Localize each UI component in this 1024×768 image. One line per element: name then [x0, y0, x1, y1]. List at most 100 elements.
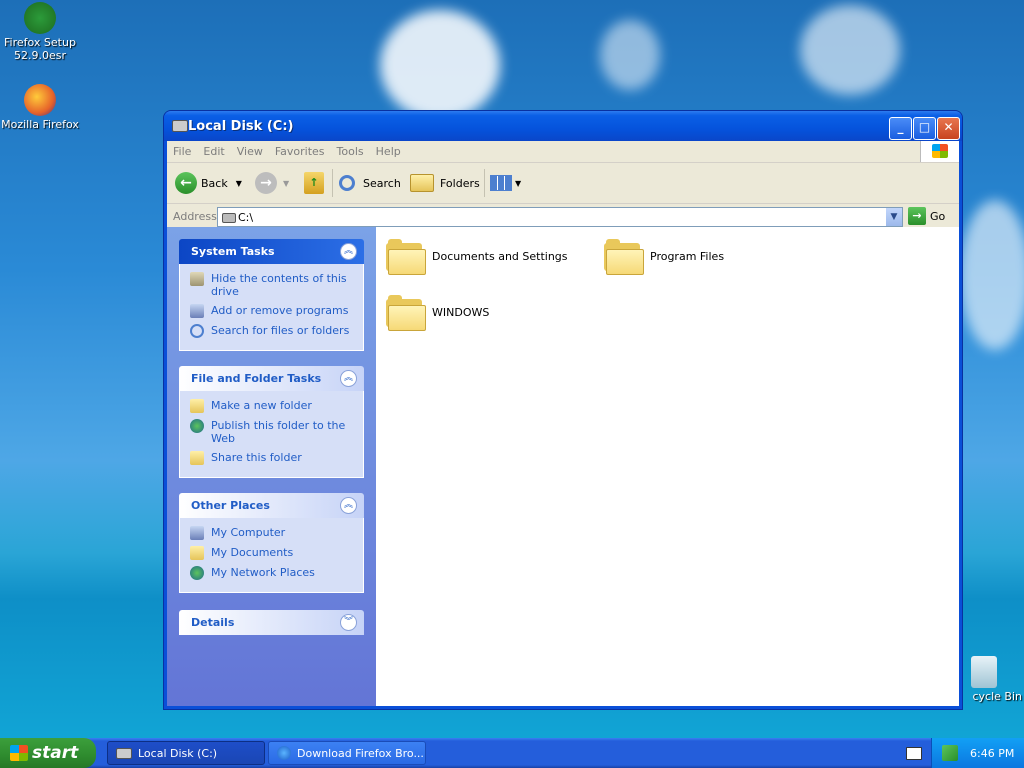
toolbar-divider	[332, 169, 333, 197]
task-share-folder[interactable]: Share this folder	[190, 451, 363, 465]
share-folder-icon	[190, 451, 204, 465]
task-label: Search for files or folders	[211, 324, 350, 337]
taskbar-item-local-disk[interactable]: Local Disk (C:)	[107, 741, 265, 765]
search-icon	[339, 175, 355, 191]
menu-tools[interactable]: Tools	[331, 141, 370, 162]
folder-icon	[604, 239, 644, 275]
explorer-window: Local Disk (C:) _ □ ✕ File Edit View Favori…	[164, 111, 962, 709]
my-documents-icon	[190, 546, 204, 560]
task-add-remove-programs[interactable]: Add or remove programs	[190, 304, 363, 318]
folder-up-icon: ↑	[304, 172, 324, 194]
firefox-setup-icon	[24, 2, 56, 34]
desktop-icon-mozilla-firefox[interactable]: Mozilla Firefox	[0, 84, 80, 131]
panel-file-folder-tasks: File and Folder Tasks ︽ Make a new folde…	[179, 366, 364, 478]
window-title: Local Disk (C:)	[188, 119, 294, 134]
task-label: My Network Places	[211, 566, 315, 579]
collapse-icon[interactable]: ︽	[340, 370, 357, 387]
place-my-network-places[interactable]: My Network Places	[190, 566, 363, 580]
drive-icon	[116, 747, 132, 759]
up-button[interactable]: ↑	[304, 171, 324, 195]
toolbar: ← Back ▼ → ▼ ↑ Search Folders ▼	[167, 163, 959, 204]
task-label: My Documents	[211, 546, 294, 559]
folder-icon	[386, 239, 426, 275]
desktop-icon-label: Mozilla Firefox	[1, 118, 79, 131]
panel-body: My Computer My Documents My Network Plac…	[179, 518, 364, 593]
menu-view[interactable]: View	[231, 141, 269, 162]
maximize-button[interactable]: □	[913, 117, 936, 140]
panel-details: Details ︾	[179, 610, 364, 635]
network-icon[interactable]	[942, 745, 958, 761]
place-my-documents[interactable]: My Documents	[190, 546, 363, 560]
panel-header[interactable]: File and Folder Tasks ︽	[179, 366, 364, 391]
close-button[interactable]: ✕	[937, 117, 960, 140]
task-label: Share this folder	[211, 451, 302, 464]
task-publish-folder[interactable]: Publish this folder to the Web	[190, 419, 363, 445]
panel-header[interactable]: Details ︾	[179, 610, 364, 635]
task-label: Make a new folder	[211, 399, 312, 412]
back-arrow-icon: ←	[175, 172, 197, 194]
task-pane: System Tasks ︽ Hide the contents of this…	[167, 227, 376, 706]
forward-arrow-icon: →	[255, 172, 277, 194]
menu-favorites[interactable]: Favorites	[269, 141, 331, 162]
cloud	[960, 200, 1024, 350]
folder-label: Documents and Settings	[432, 249, 568, 263]
drive-icon	[172, 120, 188, 132]
chevron-down-icon[interactable]: ▼	[283, 179, 289, 188]
add-remove-programs-icon	[190, 304, 204, 318]
task-search-files[interactable]: Search for files or folders	[190, 324, 363, 338]
drive-icon	[222, 213, 236, 223]
panel-title: Other Places	[191, 499, 270, 512]
my-computer-icon	[190, 526, 204, 540]
panel-title: System Tasks	[191, 245, 275, 258]
panel-system-tasks: System Tasks ︽ Hide the contents of this…	[179, 239, 364, 351]
folder-windows[interactable]: WINDOWS	[386, 295, 489, 331]
folders-label: Folders	[440, 176, 480, 190]
expand-icon[interactable]: ︾	[340, 614, 357, 631]
task-hide-contents[interactable]: Hide the contents of this drive	[190, 272, 363, 298]
cloud	[380, 10, 500, 120]
collapse-icon[interactable]: ︽	[340, 497, 357, 514]
views-button[interactable]: ▼	[490, 171, 521, 195]
forward-button[interactable]: → ▼	[255, 171, 289, 195]
folder-documents-and-settings[interactable]: Documents and Settings	[386, 239, 568, 275]
start-label: start	[32, 743, 79, 763]
clock[interactable]: 6:46 PM	[970, 747, 1014, 760]
menu-file[interactable]: File	[167, 141, 197, 162]
panel-title: Details	[191, 616, 235, 629]
new-folder-icon	[190, 399, 204, 413]
address-bar: Address C:\ ▼ → Go	[167, 204, 959, 229]
taskbar-item-firefox[interactable]: Download Firefox Bro...	[268, 741, 426, 765]
collapse-icon[interactable]: ︽	[340, 243, 357, 260]
task-make-new-folder[interactable]: Make a new folder	[190, 399, 363, 413]
address-label: Address	[173, 210, 217, 223]
back-button[interactable]: ← Back ▼	[175, 171, 242, 195]
folders-button[interactable]: Folders	[410, 171, 480, 195]
minimize-button[interactable]: _	[889, 117, 912, 140]
search-label: Search	[363, 176, 401, 190]
panel-header[interactable]: System Tasks ︽	[179, 239, 364, 264]
folder-program-files[interactable]: Program Files	[604, 239, 725, 275]
recycle-bin-icon	[971, 656, 997, 688]
menu-help[interactable]: Help	[370, 141, 407, 162]
menu-edit[interactable]: Edit	[197, 141, 230, 162]
address-input[interactable]: C:\ ▼	[217, 207, 903, 227]
start-button[interactable]: start	[0, 738, 96, 768]
place-my-computer[interactable]: My Computer	[190, 526, 363, 540]
search-button[interactable]: Search	[339, 171, 401, 195]
search-icon	[190, 324, 204, 338]
panel-header[interactable]: Other Places ︽	[179, 493, 364, 518]
globe-icon	[190, 419, 204, 433]
desktop-icon-firefox-setup[interactable]: Firefox Setup 52.9.0esr	[0, 2, 80, 62]
chevron-down-icon[interactable]: ▼	[236, 179, 242, 188]
keyboard-icon[interactable]	[906, 747, 922, 760]
content-area: System Tasks ︽ Hide the contents of this…	[167, 227, 959, 706]
firefox-icon	[24, 84, 56, 116]
chevron-down-icon: ▼	[515, 178, 522, 188]
title-bar[interactable]: Local Disk (C:) _ □ ✕	[164, 111, 962, 141]
chevron-down-icon[interactable]: ▼	[886, 208, 902, 226]
folder-label: Program Files	[650, 249, 725, 263]
go-button[interactable]: → Go	[908, 207, 945, 225]
file-list: Documents and Settings Program Files WIN…	[376, 227, 959, 706]
panel-body: Make a new folder Publish this folder to…	[179, 391, 364, 478]
ie-icon	[277, 746, 291, 760]
